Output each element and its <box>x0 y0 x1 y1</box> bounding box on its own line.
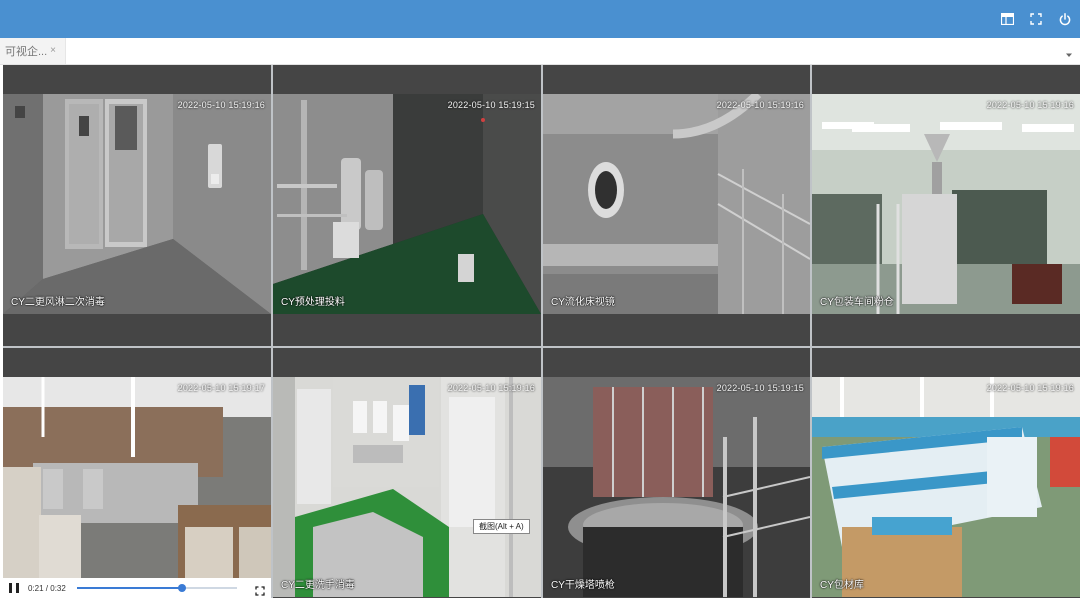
camera-name: CY二更洗手消毒 <box>281 580 355 591</box>
video-frame-packaging-silo <box>812 94 1080 314</box>
camera-tile-8[interactable]: 2022-05-10 15:19:16 CY包材库 <box>812 348 1080 598</box>
camera-tile-4[interactable]: 2022-05-10 15:19:16 CY包装车间粉仓 <box>812 65 1080 346</box>
camera-tile-1[interactable]: 2022-05-10 15:19:16 CY二更风淋二次消毒 <box>3 65 271 346</box>
video-frame-feeding-room <box>273 94 541 314</box>
camera-name: CY包材库 <box>820 580 864 591</box>
video-frame-fluid-bed <box>543 94 810 314</box>
layout-icon[interactable] <box>999 11 1015 27</box>
camera-timestamp: 2022-05-10 15:19:17 <box>177 383 265 393</box>
camera-tile-2[interactable]: 2022-05-10 15:19:15 CY预处理投料 <box>273 65 541 346</box>
power-icon[interactable] <box>1057 11 1073 27</box>
fullscreen-icon[interactable] <box>1028 11 1044 27</box>
screenshot-tooltip: 截图(Alt + A) <box>473 519 530 534</box>
top-header-bar <box>0 0 1080 38</box>
tab-visual-enterprise[interactable]: 可视企... × <box>0 38 66 64</box>
video-feed: 2022-05-10 15:19:16 CY包装车间粉仓 <box>812 94 1080 314</box>
seek-handle[interactable] <box>177 584 186 592</box>
camera-name: CY二更风淋二次消毒 <box>11 297 105 308</box>
video-feed: 2022-05-10 15:19:15 CY干燥塔喷枪 <box>543 377 810 597</box>
camera-name: CY包装车间粉仓 <box>820 297 894 308</box>
camera-timestamp: 2022-05-10 15:19:16 <box>177 100 265 110</box>
video-frame-warehouse-boxes <box>3 377 271 597</box>
camera-timestamp: 2022-05-10 15:19:16 <box>447 383 535 393</box>
video-frame-dryer-tower <box>543 377 810 597</box>
camera-name: CY干燥塔喷枪 <box>551 580 615 591</box>
camera-timestamp: 2022-05-10 15:19:15 <box>447 100 535 110</box>
tab-close-icon[interactable]: × <box>50 45 56 56</box>
camera-name: CY预处理投料 <box>281 297 345 308</box>
video-frame-handwash <box>273 377 541 597</box>
camera-timestamp: 2022-05-10 15:19:16 <box>986 383 1074 393</box>
seek-bar-fill <box>77 587 182 589</box>
camera-tile-3[interactable]: 2022-05-10 15:19:16 CY流化床视镜 <box>543 65 810 346</box>
player-fullscreen-icon[interactable] <box>255 583 265 596</box>
camera-grid: 2022-05-10 15:19:16 CY二更风淋二次消毒 2022-05-1… <box>3 65 1080 598</box>
video-feed: 2022-05-10 15:19:16 CY二更洗手消毒 <box>273 377 541 597</box>
tab-bar: 可视企... × <box>0 38 1080 65</box>
camera-timestamp: 2022-05-10 15:19:16 <box>716 100 804 110</box>
playback-time: 0:21 / 0:32 <box>28 583 66 593</box>
tab-label: 可视企... <box>5 46 48 58</box>
tab-dropdown-icon[interactable] <box>1064 47 1074 57</box>
camera-tile-7[interactable]: 2022-05-10 15:19:15 CY干燥塔喷枪 <box>543 348 810 598</box>
seek-bar[interactable] <box>77 584 237 592</box>
video-feed: 2022-05-10 15:19:15 CY预处理投料 <box>273 94 541 314</box>
video-feed: 2022-05-10 15:19:16 CY包材库 <box>812 377 1080 597</box>
video-feed: 2022-05-10 15:19:16 CY二更风淋二次消毒 <box>3 94 271 314</box>
camera-name: CY流化床视镜 <box>551 297 615 308</box>
camera-tile-5[interactable]: 2022-05-10 15:19:17 0:21 / 0:32 <box>3 348 271 598</box>
video-feed: 2022-05-10 15:19:17 <box>3 377 271 597</box>
video-frame-corridor <box>3 94 271 314</box>
camera-timestamp: 2022-05-10 15:19:15 <box>716 383 804 393</box>
video-player-controls: 0:21 / 0:32 <box>3 578 271 598</box>
pause-icon[interactable] <box>9 583 19 593</box>
video-frame-material-store <box>812 377 1080 597</box>
video-feed: 2022-05-10 15:19:16 CY流化床视镜 <box>543 94 810 314</box>
camera-tile-6[interactable]: 2022-05-10 15:19:16 CY二更洗手消毒 <box>273 348 541 598</box>
camera-timestamp: 2022-05-10 15:19:16 <box>986 100 1074 110</box>
